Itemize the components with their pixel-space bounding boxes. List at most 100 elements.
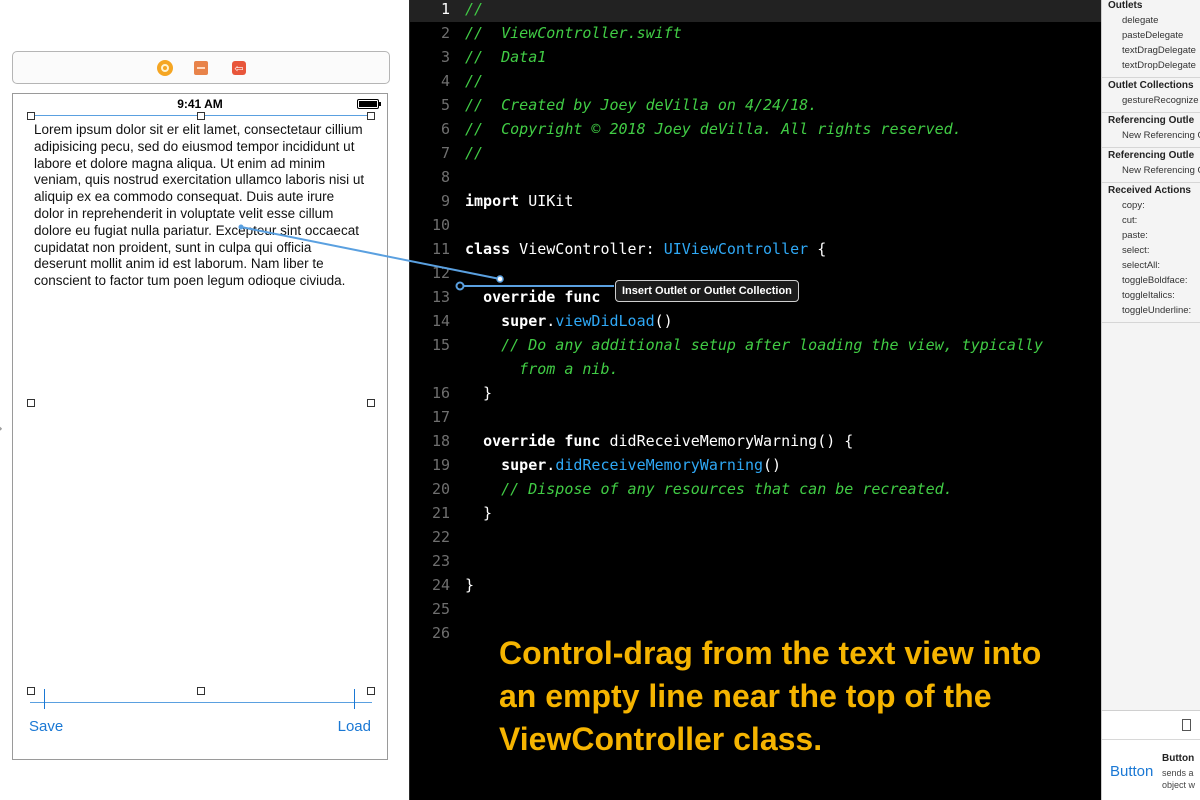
inspector-section-divider bbox=[1102, 147, 1200, 148]
code-line[interactable]: 16 } bbox=[410, 381, 1102, 405]
resize-handle-bottom-right[interactable] bbox=[367, 687, 375, 695]
line-number: 15 bbox=[431, 336, 450, 354]
code-text: class ViewController: UIViewController { bbox=[465, 240, 827, 258]
exit-icon[interactable] bbox=[232, 61, 246, 75]
code-line[interactable]: from a nib. bbox=[410, 357, 1102, 381]
code-comment: // Copyright © 2018 Joey deVilla. All ri… bbox=[465, 120, 962, 138]
resize-handle-top-left[interactable] bbox=[27, 112, 35, 120]
inspector-connection-item[interactable]: gestureRecognize bbox=[1122, 95, 1199, 106]
line-number: 14 bbox=[431, 312, 450, 330]
code-line[interactable]: 2 // ViewController.swift bbox=[410, 21, 1102, 45]
first-responder-icon[interactable] bbox=[194, 61, 208, 75]
line-number: 26 bbox=[431, 624, 450, 642]
code-line[interactable]: 24} bbox=[410, 573, 1102, 597]
code-comment: // bbox=[465, 72, 484, 90]
code-comment: // ViewController.swift bbox=[465, 24, 682, 42]
code-comment: // Created by Joey deVilla on 4/24/18. bbox=[465, 96, 818, 114]
code-line[interactable]: 9 import UIKit bbox=[410, 189, 1102, 213]
line-number: 5 bbox=[440, 96, 450, 114]
inspector-connection-item[interactable]: select: bbox=[1122, 245, 1149, 256]
insert-outlet-tooltip: Insert Outlet or Outlet Collection bbox=[615, 280, 799, 302]
line-number: 10 bbox=[431, 216, 450, 234]
inspector-section-title: Outlet Collections bbox=[1108, 80, 1194, 91]
code-line[interactable]: 17 bbox=[410, 405, 1102, 429]
inspector-connection-item[interactable]: textDropDelegate bbox=[1122, 60, 1196, 71]
code-line[interactable]: 18 override func didReceiveMemoryWarning… bbox=[410, 429, 1102, 453]
code-line[interactable]: 7 // bbox=[410, 141, 1102, 165]
storyboard-canvas[interactable]: › 9:41 AM Lorem ipsum dolor sit er elit … bbox=[0, 0, 408, 800]
library-button-item[interactable]: Button bbox=[1110, 763, 1153, 780]
inspector-connection-item[interactable]: pasteDelegate bbox=[1122, 30, 1183, 41]
code-text: } bbox=[465, 504, 493, 522]
code-line[interactable]: 11 class ViewController: UIViewController… bbox=[410, 237, 1102, 261]
code-line[interactable]: 5 // Created by Joey deVilla on 4/24/18. bbox=[410, 93, 1102, 117]
line-number: 8 bbox=[440, 168, 450, 186]
inspector-connection-item[interactable]: textDragDelegate bbox=[1122, 45, 1196, 56]
resize-handle-right[interactable] bbox=[367, 399, 375, 407]
line-number: 6 bbox=[440, 120, 450, 138]
inspector-section-title: Referencing Outle bbox=[1108, 150, 1195, 161]
code-editor[interactable]: 1 // 2 // ViewController.swift 3 // Data1 4 // 5… bbox=[409, 0, 1102, 800]
code-line[interactable]: 20 // Dispose of any resources that can … bbox=[410, 477, 1102, 501]
inspector-connection-item[interactable]: toggleUnderline: bbox=[1122, 305, 1191, 316]
text-view[interactable]: Lorem ipsum dolor sit er elit lamet, con… bbox=[34, 122, 366, 290]
load-constraint-icon bbox=[354, 689, 357, 709]
inspector-connection-item[interactable]: toggleItalics: bbox=[1122, 290, 1175, 301]
code-line[interactable]: 1 // bbox=[410, 0, 1102, 21]
inspector-section-divider bbox=[1102, 322, 1200, 323]
inspector-connection-item[interactable]: cut: bbox=[1122, 215, 1137, 226]
view-controller-scene[interactable]: 9:41 AM Lorem ipsum dolor sit er elit la… bbox=[12, 93, 388, 760]
line-number: 17 bbox=[431, 408, 450, 426]
inspector-connection-item[interactable]: selectAll: bbox=[1122, 260, 1160, 271]
inspector-section-divider bbox=[1102, 77, 1200, 78]
line-number: 13 bbox=[431, 288, 450, 306]
battery-icon bbox=[357, 99, 381, 109]
inspector-connection-item[interactable]: copy: bbox=[1122, 200, 1145, 211]
inspector-connection-item[interactable]: New Referencing O bbox=[1122, 130, 1200, 141]
library-desc-line-2: object w bbox=[1162, 780, 1196, 790]
code-line[interactable]: 22 bbox=[410, 525, 1102, 549]
inspector-connection-item[interactable]: New Referencing O bbox=[1122, 165, 1200, 176]
inspector-connection-item[interactable]: toggleBoldface: bbox=[1122, 275, 1188, 286]
code-line[interactable]: 25 bbox=[410, 597, 1102, 621]
resize-handle-top[interactable] bbox=[197, 112, 205, 120]
code-comment: // Do any additional setup after loading… bbox=[465, 336, 1043, 354]
code-line[interactable]: 3 // Data1 bbox=[410, 45, 1102, 69]
code-line[interactable]: 15 // Do any additional setup after load… bbox=[410, 333, 1102, 357]
file-template-icon[interactable] bbox=[1182, 719, 1191, 731]
line-number: 18 bbox=[431, 432, 450, 450]
code-text: super.viewDidLoad() bbox=[501, 312, 673, 330]
resize-handle-left[interactable] bbox=[27, 399, 35, 407]
code-line[interactable]: 10 bbox=[410, 213, 1102, 237]
code-text: override func didReceiveMemoryWarning() … bbox=[483, 432, 854, 450]
inspector-section-divider bbox=[1102, 112, 1200, 113]
line-number: 3 bbox=[440, 48, 450, 66]
line-number: 11 bbox=[431, 240, 450, 258]
library-desc-line-1: sends a bbox=[1162, 768, 1194, 778]
line-number: 24 bbox=[431, 576, 450, 594]
code-line[interactable]: 23 bbox=[410, 549, 1102, 573]
code-line[interactable]: 8 bbox=[410, 165, 1102, 189]
save-button[interactable]: Save bbox=[29, 718, 63, 735]
inspector-connection-item[interactable]: paste: bbox=[1122, 230, 1148, 241]
resize-handle-bottom-left[interactable] bbox=[27, 687, 35, 695]
entry-point-arrow-icon: › bbox=[0, 418, 3, 439]
resize-handle-bottom[interactable] bbox=[197, 687, 205, 695]
load-button[interactable]: Load bbox=[338, 718, 371, 735]
code-line[interactable]: 21 } bbox=[410, 501, 1102, 525]
code-line[interactable]: 4 // bbox=[410, 69, 1102, 93]
line-number: 2 bbox=[440, 24, 450, 42]
code-comment: // bbox=[465, 0, 484, 18]
line-number: 16 bbox=[431, 384, 450, 402]
inspector-section-title: Outlets bbox=[1108, 0, 1143, 11]
code-comment: // Data1 bbox=[465, 48, 547, 66]
line-number: 7 bbox=[440, 144, 450, 162]
line-number: 4 bbox=[440, 72, 450, 90]
code-line[interactable]: 19 super.didReceiveMemoryWarning() bbox=[410, 453, 1102, 477]
inspector-connection-item[interactable]: delegate bbox=[1122, 15, 1158, 26]
view-controller-icon[interactable] bbox=[157, 60, 173, 76]
resize-handle-top-right[interactable] bbox=[367, 112, 375, 120]
code-line[interactable]: 6 // Copyright © 2018 Joey deVilla. All r… bbox=[410, 117, 1102, 141]
library-divider bbox=[1102, 739, 1200, 740]
code-line[interactable]: 14 super.viewDidLoad() bbox=[410, 309, 1102, 333]
